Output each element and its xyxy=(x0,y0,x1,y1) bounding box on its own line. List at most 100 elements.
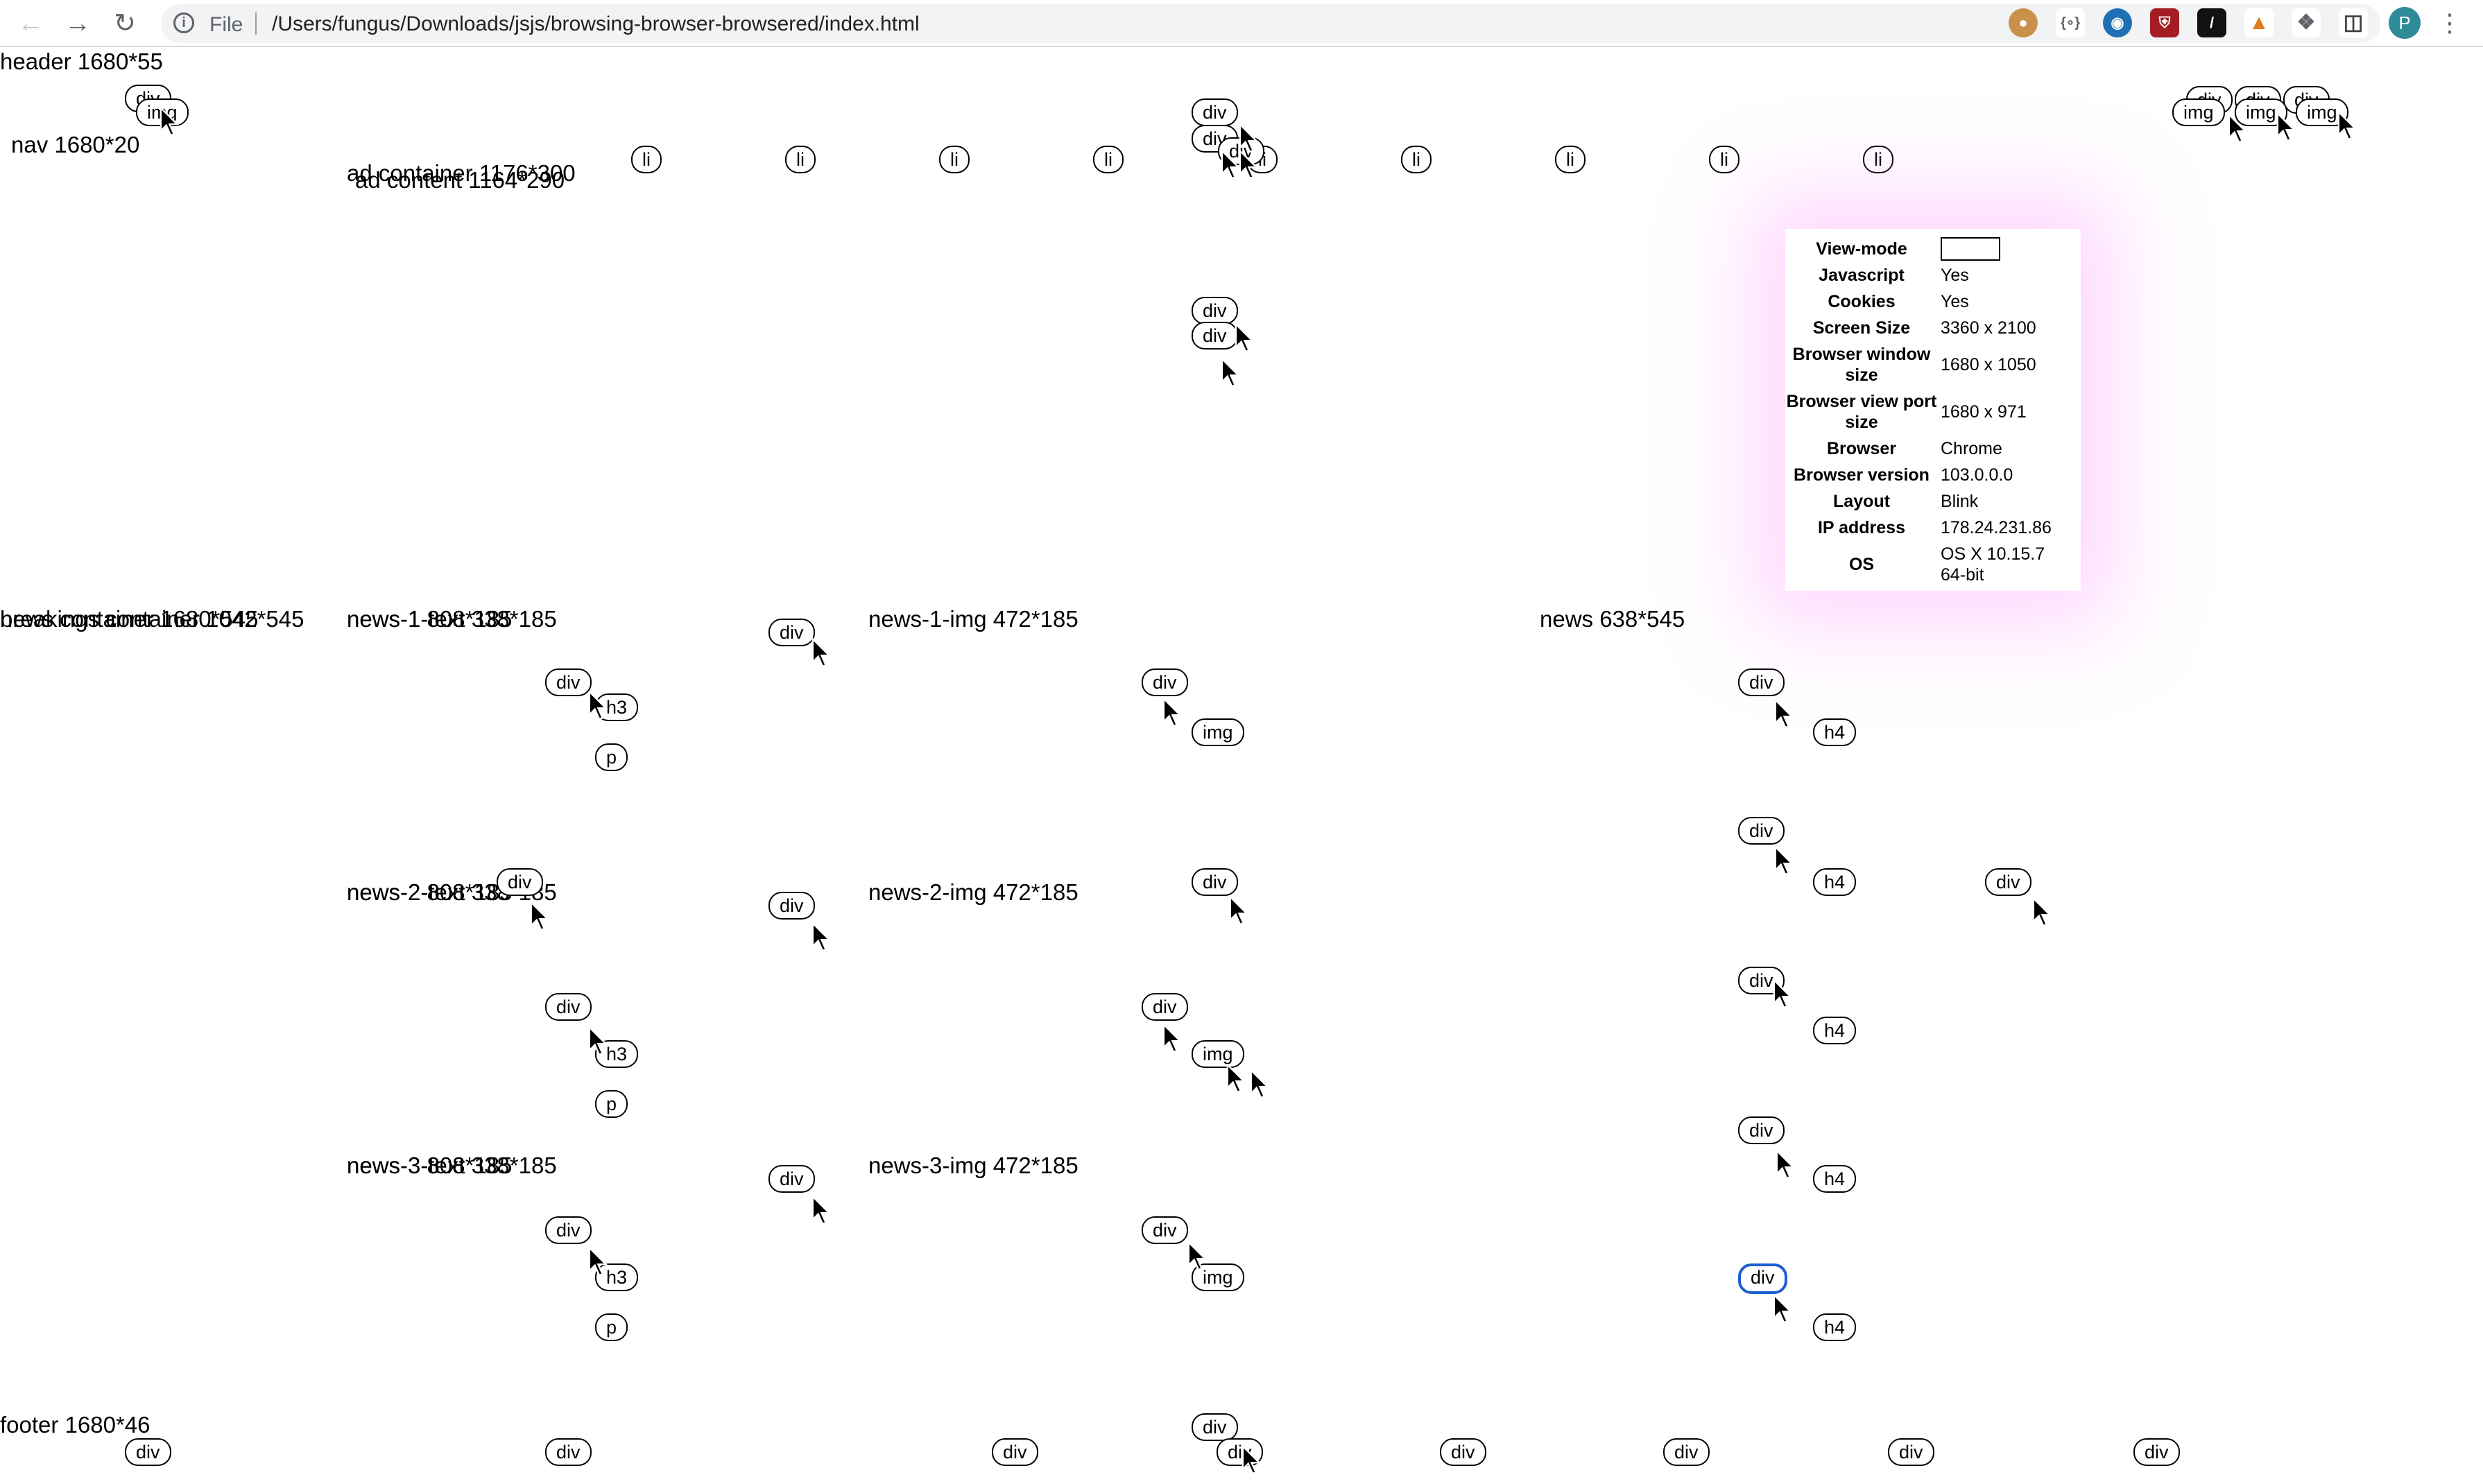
news3-img-div-tag[interactable]: div xyxy=(1142,1216,1188,1244)
info-key: Browser version xyxy=(1794,465,1930,485)
news-item-div-tag-4[interactable]: div xyxy=(1738,1116,1785,1144)
sync-extension-icon[interactable]: ◉ xyxy=(2103,8,2132,37)
scheme-label: File xyxy=(209,13,243,36)
back-arrow-icon[interactable]: ← xyxy=(11,4,50,43)
nav-li-tag-7[interactable]: li xyxy=(1555,146,1586,173)
news-item-h4-tag-3[interactable]: h4 xyxy=(1813,1017,1857,1044)
news-item-div-tag-5-selected[interactable]: div xyxy=(1738,1263,1787,1294)
cursor-icon xyxy=(1226,1064,1246,1094)
cursor-icon xyxy=(588,1026,608,1056)
address-bar[interactable]: i File /Users/fungus/Downloads/jsjs/brow… xyxy=(161,4,2380,43)
puzzle-extensions-icon[interactable]: ❖ xyxy=(2292,8,2321,37)
nav-li-tag-6[interactable]: li xyxy=(1401,146,1432,173)
info-value: 103.0.0.0 xyxy=(1941,465,2013,485)
ublock-shield-icon[interactable]: ⛨ xyxy=(2150,8,2179,37)
news-item-h4-tag-1[interactable]: h4 xyxy=(1813,718,1857,746)
cursor-icon xyxy=(811,1196,832,1225)
cursor-icon xyxy=(2032,897,2052,927)
news-item-h4-tag-5[interactable]: h4 xyxy=(1813,1313,1857,1341)
cursor-icon xyxy=(811,922,832,952)
news-item-div-tag-2[interactable]: div xyxy=(1738,817,1785,845)
news1-label: news-1 808*185 xyxy=(347,606,513,632)
news1-img-div-tag[interactable]: div xyxy=(1142,668,1188,696)
reload-icon[interactable]: ↻ xyxy=(105,4,144,43)
nav-li-tag-2[interactable]: li xyxy=(785,146,816,173)
footer-div-tag-3[interactable]: div xyxy=(992,1438,1038,1466)
info-key: Javascript xyxy=(1819,266,1905,285)
ad-div-tag-5[interactable]: div xyxy=(1192,322,1238,350)
info-value: 3360 x 2100 xyxy=(1941,318,2036,338)
cursor-icon xyxy=(1773,1294,1793,1324)
cursor-icon xyxy=(2228,114,2248,144)
nav-li-tag-1[interactable]: li xyxy=(631,146,662,173)
news3-p-tag[interactable]: p xyxy=(595,1313,628,1341)
news3-text-div-tag[interactable]: div xyxy=(545,1216,592,1244)
metamask-fox-icon[interactable]: ▲ xyxy=(2244,8,2274,37)
footer-div-tag-1[interactable]: div xyxy=(125,1438,171,1466)
info-key: Browser view port size xyxy=(1786,392,1937,432)
info-key: Screen Size xyxy=(1812,318,1911,338)
cursor-icon xyxy=(1239,150,1259,180)
nav-li-tag-9[interactable]: li xyxy=(1863,146,1893,173)
news1-text-div-tag[interactable]: div xyxy=(545,668,592,696)
news1-div-tag[interactable]: div xyxy=(768,619,815,646)
news-aside-div-tag[interactable]: div xyxy=(1985,868,2031,896)
news3-img-label: news-3-img 472*185 xyxy=(868,1153,1079,1178)
info-value: Yes xyxy=(1941,292,1969,311)
news-item-div-tag-1[interactable]: div xyxy=(1738,668,1785,696)
info-key: OS xyxy=(1848,555,1875,574)
footer-div-tag-6[interactable]: div xyxy=(1663,1438,1710,1466)
info-key: Cookies xyxy=(1828,292,1896,311)
slash-extension-icon[interactable]: / xyxy=(2197,8,2226,37)
url-text[interactable]: /Users/fungus/Downloads/jsjs/browsing-br… xyxy=(272,12,920,36)
info-value: 1680 x 1050 xyxy=(1941,355,2036,374)
info-key: View-mode xyxy=(1816,239,1907,259)
news2-div-tag[interactable]: div xyxy=(497,868,543,896)
footer-div-tag-7[interactable]: div xyxy=(1888,1438,1934,1466)
news1-p-tag[interactable]: p xyxy=(595,743,628,771)
cursor-icon xyxy=(1774,846,1794,876)
footer-div-tag-8[interactable]: div xyxy=(2133,1438,2180,1466)
news2-label: news-2 808*185 xyxy=(347,879,513,905)
news2-p-tag[interactable]: p xyxy=(595,1090,628,1118)
cursor-icon xyxy=(588,691,608,721)
header-label: header 1680*55 xyxy=(0,49,163,74)
cursor-icon xyxy=(1250,1069,1270,1099)
news2-text-div-tag[interactable]: div xyxy=(545,993,592,1021)
news2-div-tag-2[interactable]: div xyxy=(768,892,815,920)
news1-img-label: news-1-img 472*185 xyxy=(868,606,1079,632)
footer-div-tag-5[interactable]: div xyxy=(1440,1438,1486,1466)
news1-img-tag[interactable]: img xyxy=(1192,718,1244,746)
view-mode-input[interactable] xyxy=(1941,237,2000,261)
info-value: 1680 x 971 xyxy=(1941,402,2027,422)
header-img-tag-2[interactable]: img xyxy=(2172,98,2225,126)
nav-li-tag-8[interactable]: li xyxy=(1709,146,1739,173)
ad-div-tag-1[interactable]: div xyxy=(1192,98,1238,126)
nav-li-tag-3[interactable]: li xyxy=(939,146,970,173)
ad-div-tag-4[interactable]: div xyxy=(1192,297,1238,325)
json-extension-icon[interactable]: {∘} xyxy=(2056,8,2085,37)
ad-content-label: ad content 1164*290 xyxy=(355,167,565,193)
footer-div-tag-top[interactable]: div xyxy=(1192,1413,1238,1441)
info-value: 178.24.231.86 xyxy=(1941,518,2052,537)
info-value: Blink xyxy=(1941,492,1979,511)
kebab-menu-icon[interactable]: ⋮ xyxy=(2437,7,2462,39)
nav-li-tag-4[interactable]: li xyxy=(1093,146,1124,173)
cursor-icon xyxy=(1773,979,1793,1009)
cursor-icon xyxy=(1776,1150,1796,1180)
forward-arrow-icon[interactable]: → xyxy=(58,4,97,43)
info-key: Browser xyxy=(1826,439,1897,458)
site-info-icon[interactable]: i xyxy=(173,12,194,33)
browser-info-panel: View-mode Javascript Yes Cookies Yes Scr… xyxy=(1785,229,2081,591)
news-item-h4-tag-4[interactable]: h4 xyxy=(1813,1165,1857,1193)
footer-div-tag-2[interactable]: div xyxy=(545,1438,592,1466)
cookie-extension-icon[interactable]: ● xyxy=(2009,8,2038,37)
cursor-icon xyxy=(530,901,550,931)
profile-avatar[interactable]: P xyxy=(2389,7,2421,39)
side-panel-icon[interactable]: ◫ xyxy=(2339,8,2368,37)
info-value: Chrome xyxy=(1941,439,2002,458)
news2-img-div-tag-2[interactable]: div xyxy=(1142,993,1188,1021)
news2-img-div-tag[interactable]: div xyxy=(1192,868,1238,896)
news-item-h4-tag-2[interactable]: h4 xyxy=(1813,868,1857,896)
news3-div-tag[interactable]: div xyxy=(768,1165,815,1193)
